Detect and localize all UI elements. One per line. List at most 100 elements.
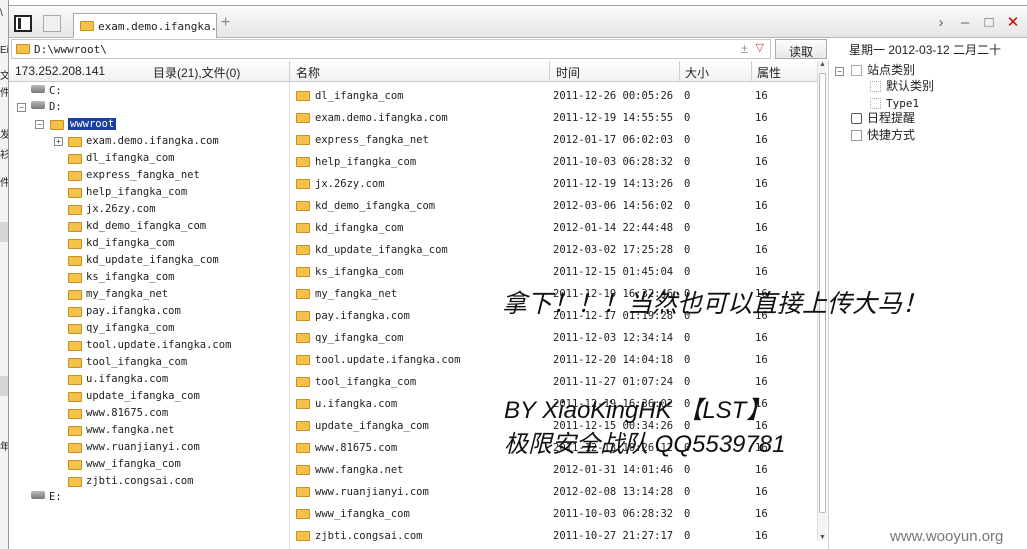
tree-folder-item[interactable]: kd_demo_ifangka_com [68,218,206,235]
folder-icon [16,44,30,54]
directory-tree: C: − D: − wwwroot + exam.demo.ifangka.co… [9,82,289,549]
tree-folder-item[interactable]: my_fangka_net [68,286,168,303]
tree-folder-item[interactable]: jx.26zy.com [68,201,156,218]
folder-icon [296,399,310,409]
col-name-header[interactable]: 名称 [296,64,320,81]
tree-folder-item[interactable]: tool_ifangka_com [68,354,187,371]
tree-drive-d[interactable]: D: [31,99,62,116]
folder-icon [68,171,82,181]
tree-folder-item[interactable]: pay.ifangka.com [68,303,181,320]
tab-exam-demo[interactable]: exam.demo.ifangka... [73,13,217,39]
file-row[interactable]: kd_update_ifangka_com 2012-03-02 17:25:28… [290,239,817,261]
file-row[interactable]: jx.26zy.com 2011-12-19 14:13:26 0 16 [290,173,817,195]
schedule-node[interactable]: 日程提醒 [851,110,915,127]
collapse-toggle[interactable]: − [17,103,26,112]
file-row[interactable]: tool.update.ifangka.com 2011-12-20 14:04:… [290,349,817,371]
tree-drive-c[interactable]: C: [31,83,62,100]
file-name: www.ruanjianyi.com [315,486,429,498]
secondary-view-button[interactable] [43,15,61,32]
tree-folder-item[interactable]: express_fangka_net [68,167,200,184]
file-row[interactable]: help_ifangka_com 2011-10-03 06:28:32 0 16 [290,151,817,173]
folder-icon [296,465,310,475]
tree-folder-item[interactable]: zjbti.congsai.com [68,473,193,490]
file-size: 0 [684,112,691,124]
file-time: 2012-01-17 06:02:03 [553,134,674,146]
col-attr-header[interactable]: 属性 [757,64,781,81]
new-tab-button[interactable]: + [221,14,230,32]
tree-folder-item[interactable]: kd_ifangka_com [68,235,175,252]
close-icon[interactable]: ✕ [1005,13,1021,31]
address-input[interactable]: D:\wwwroot\ ± ▽ [11,39,771,59]
folder-icon [68,188,82,198]
file-name: pay.ifangka.com [315,310,410,322]
folder-icon [296,245,310,255]
file-row[interactable]: zjbti.congsai.com 2011-10-27 21:27:17 0 16 [290,525,817,547]
folder-icon [68,154,82,164]
file-row[interactable]: kd_ifangka_com 2012-01-14 22:44:48 0 16 [290,217,817,239]
scroll-up-icon[interactable]: ▲ [819,61,826,68]
tree-folder-item[interactable]: www_ifangka_com [68,456,181,473]
file-size: 0 [684,508,691,520]
col-time-header[interactable]: 时间 [556,64,580,81]
collapse-toggle[interactable]: − [35,120,44,129]
chevron-right-icon[interactable]: › [933,14,949,31]
tree-folder-item[interactable]: qy_ifangka_com [68,320,175,337]
minimize-icon[interactable]: – [957,14,973,31]
collapse-toggle[interactable]: − [835,67,844,76]
folder-icon [296,113,310,123]
file-row[interactable]: kd_demo_ifangka_com 2012-03-06 14:56:02 0 1… [290,195,817,217]
file-attr: 16 [755,244,768,256]
tree-folder-item[interactable]: exam.demo.ifangka.com [68,133,219,150]
chevron-down-icon[interactable]: ▽ [756,41,764,54]
expand-toggle[interactable]: + [54,137,63,146]
col-size-header[interactable]: 大小 [685,64,709,81]
annotation-line-3: 极限安全战队 QQ5539781 [504,431,786,458]
maximize-icon[interactable]: □ [981,14,997,31]
tree-folder-item[interactable]: www.81675.com [68,405,168,422]
file-size: 0 [684,222,691,234]
file-time: 2011-12-19 14:13:26 [553,178,674,190]
annotation-line-1: 拿下！！！当然也可以直接上传大马！ [502,289,928,318]
file-row[interactable]: www_ifangka_com 2011-10-03 06:28:32 0 16 [290,503,817,525]
site-category-node[interactable]: 站点类别 [851,62,915,79]
file-size: 0 [684,464,691,476]
file-row[interactable]: qy_ifangka_com 2011-12-03 12:34:14 0 16 [290,327,817,349]
shortcut-node[interactable]: 快捷方式 [851,127,915,144]
tree-wwwroot[interactable]: wwwroot [50,116,117,133]
file-attr: 16 [755,112,768,124]
read-button[interactable]: 读取 [775,39,827,59]
file-name: www.81675.com [315,442,398,454]
tree-folder-item[interactable]: www.ruanjianyi.com [68,439,200,456]
strip-block [0,376,8,396]
bookmark-plus-icon[interactable]: ± [741,41,748,56]
file-row[interactable]: www.fangka.net 2012-01-31 14:01:46 0 16 [290,459,817,481]
address-path: D:\wwwroot\ [34,43,107,56]
file-row[interactable]: exam.demo.ifangka.com 2011-12-19 14:55:55… [290,107,817,129]
file-row[interactable]: ks_ifangka_com 2011-12-15 01:45:04 0 16 [290,261,817,283]
tree-folder-item[interactable]: help_ifangka_com [68,184,187,201]
folder-icon [68,273,82,283]
file-row[interactable]: dl_ifangka_com 2011-12-26 00:05:26 0 16 [290,85,817,107]
file-time: 2011-12-03 12:34:14 [553,332,674,344]
folder-icon [296,223,310,233]
scroll-down-icon[interactable]: ▼ [819,534,826,541]
default-category-node[interactable]: 默认类别 [870,78,934,95]
address-row: D:\wwwroot\ ± ▽ 读取 星期一 2012-03-12 二月二十 [9,38,1027,61]
tree-drive-e[interactable]: E: [31,489,62,506]
tree-folder-item[interactable]: update_ifangka_com [68,388,200,405]
tree-folder-item[interactable]: ks_ifangka_com [68,269,175,286]
folder-icon [68,324,82,334]
strip-char: \ [0,8,3,19]
folder-icon [296,509,310,519]
tree-folder-item[interactable]: dl_ifangka_com [68,150,175,167]
folder-icon [296,267,310,277]
file-row[interactable]: www.ruanjianyi.com 2012-02-08 13:14:28 0 16 [290,481,817,503]
toggle-sidebar-button[interactable] [14,15,32,32]
file-row[interactable]: express_fangka_net 2012-01-17 06:02:03 0 16 [290,129,817,151]
tree-folder-item[interactable]: kd_update_ifangka_com [68,252,219,269]
folder-icon [68,409,82,419]
tree-folder-item[interactable]: tool.update.ifangka.com [68,337,231,354]
tree-folder-item[interactable]: u.ifangka.com [68,371,168,388]
tree-folder-item[interactable]: www.fangka.net [68,422,175,439]
file-name: update_ifangka_com [315,420,429,432]
